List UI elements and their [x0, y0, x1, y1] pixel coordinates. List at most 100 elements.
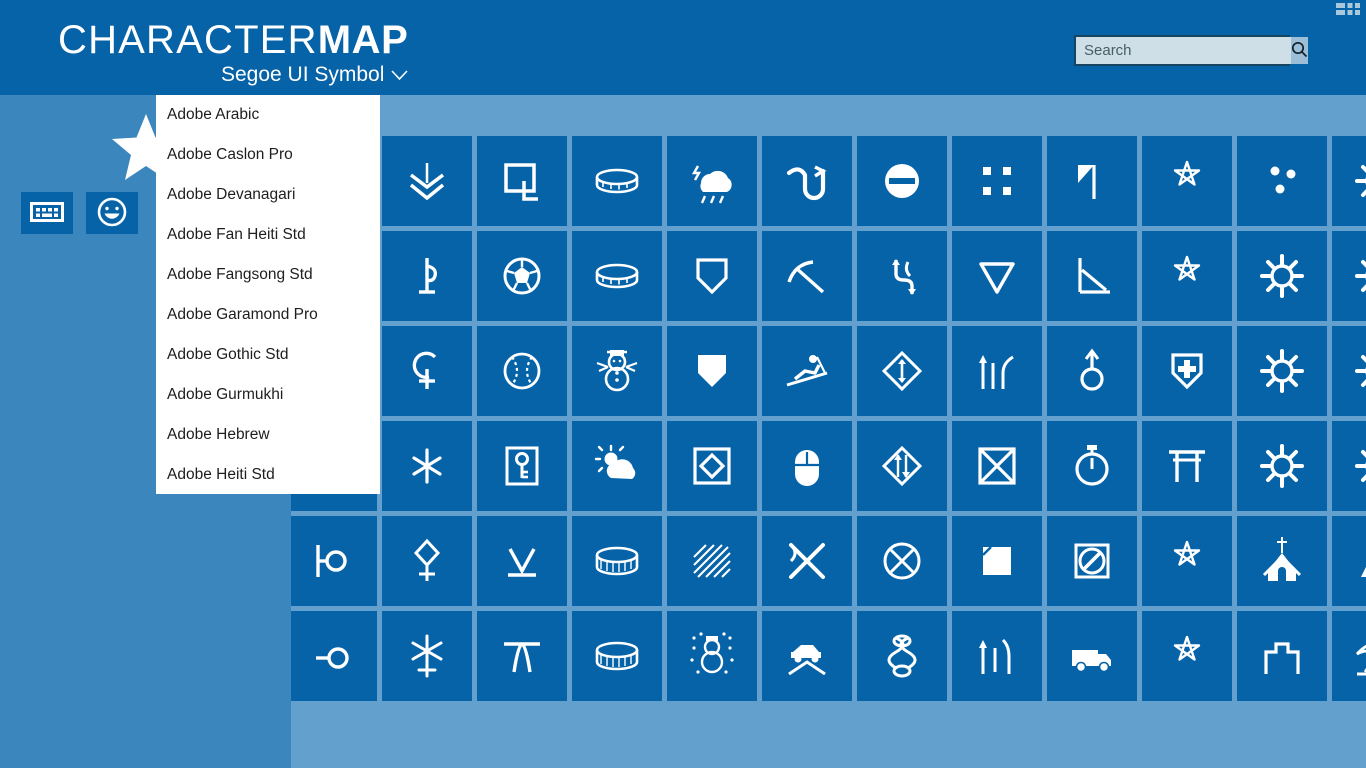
character-cell[interactable]: [291, 516, 377, 606]
character-cell[interactable]: [857, 611, 947, 701]
character-cell[interactable]: [952, 136, 1042, 226]
character-cell[interactable]: [1237, 231, 1327, 321]
character-cell[interactable]: [667, 231, 757, 321]
character-cell[interactable]: [857, 231, 947, 321]
character-cell[interactable]: [291, 611, 377, 701]
two-way-arrow-box-glyph: [874, 438, 930, 494]
circle-x-glyph: [874, 533, 930, 589]
emoji-button[interactable]: [86, 192, 138, 234]
character-cell[interactable]: [762, 231, 852, 321]
character-cell[interactable]: [382, 516, 472, 606]
character-cell[interactable]: [382, 231, 472, 321]
search-input[interactable]: [1076, 37, 1291, 64]
character-cell[interactable]: [667, 421, 757, 511]
character-cell[interactable]: [1237, 136, 1327, 226]
font-dropdown-item[interactable]: Adobe Caslon Pro: [156, 135, 380, 175]
character-cell[interactable]: [857, 136, 947, 226]
character-cell[interactable]: [952, 231, 1042, 321]
character-cell[interactable]: [1047, 231, 1137, 321]
search-button[interactable]: [1291, 37, 1308, 64]
open-star-glyph: [1159, 248, 1215, 304]
character-cell[interactable]: [667, 326, 757, 416]
character-cell[interactable]: [857, 516, 947, 606]
character-cell[interactable]: [762, 136, 852, 226]
character-cell[interactable]: [1142, 136, 1232, 226]
tee-hook-glyph: [399, 248, 455, 304]
character-cell[interactable]: [952, 611, 1042, 701]
character-cell[interactable]: [572, 611, 662, 701]
character-cell[interactable]: [1142, 611, 1232, 701]
character-cell[interactable]: [1237, 516, 1327, 606]
ramp-angle-glyph: [1064, 248, 1120, 304]
character-cell[interactable]: [477, 611, 567, 701]
character-cell[interactable]: [382, 326, 472, 416]
font-dropdown-item[interactable]: Adobe Fangsong Std: [156, 255, 380, 295]
character-cell[interactable]: [1142, 231, 1232, 321]
character-cell[interactable]: [572, 421, 662, 511]
character-cell[interactable]: [477, 326, 567, 416]
character-cell[interactable]: [382, 421, 472, 511]
keyboard-button[interactable]: [21, 192, 73, 234]
smiley-face-icon: [97, 197, 127, 230]
lane-split-glyph: [969, 628, 1025, 684]
character-cell[interactable]: [382, 136, 472, 226]
character-cell[interactable]: [1332, 421, 1366, 511]
search-icon: [1291, 41, 1308, 61]
three-dots-triangle-glyph: [1254, 153, 1310, 209]
character-cell[interactable]: [1237, 611, 1327, 701]
character-cell[interactable]: [952, 326, 1042, 416]
gear-glyph: [1349, 153, 1366, 209]
character-cell[interactable]: [762, 326, 852, 416]
character-cell[interactable]: [1237, 421, 1327, 511]
character-cell[interactable]: [572, 231, 662, 321]
character-cell[interactable]: [1332, 326, 1366, 416]
character-cell[interactable]: [1047, 136, 1137, 226]
font-dropdown-item[interactable]: Adobe Devanagari: [156, 175, 380, 215]
font-dropdown-item[interactable]: Adobe Heiti Std: [156, 455, 380, 494]
character-cell[interactable]: [1047, 421, 1137, 511]
font-dropdown-list[interactable]: Adobe Arabic Adobe Caslon Pro Adobe Devana…: [156, 95, 380, 494]
character-cell[interactable]: [1047, 516, 1137, 606]
character-cell[interactable]: [952, 516, 1042, 606]
font-dropdown-item[interactable]: Adobe Hebrew: [156, 415, 380, 455]
character-cell[interactable]: [382, 611, 472, 701]
character-cell[interactable]: [1332, 231, 1366, 321]
character-cell[interactable]: [762, 611, 852, 701]
character-cell[interactable]: [477, 231, 567, 321]
character-cell[interactable]: [667, 136, 757, 226]
character-cell[interactable]: [857, 326, 947, 416]
character-cell[interactable]: [1332, 516, 1366, 606]
character-cell[interactable]: [1142, 516, 1232, 606]
character-cell[interactable]: [572, 516, 662, 606]
character-cell[interactable]: [1237, 326, 1327, 416]
sun-cloud-glyph: [589, 438, 645, 494]
character-cell[interactable]: [762, 516, 852, 606]
font-selector[interactable]: Segoe UI Symbol: [58, 63, 408, 87]
character-cell[interactable]: [952, 421, 1042, 511]
font-dropdown-item[interactable]: Adobe Arabic: [156, 95, 380, 135]
character-cell[interactable]: [477, 516, 567, 606]
tiles-grid-icon[interactable]: [1336, 3, 1362, 20]
character-cell[interactable]: [572, 326, 662, 416]
gate-glyph: [1254, 628, 1310, 684]
character-cell[interactable]: [1142, 421, 1232, 511]
character-cell[interactable]: [1332, 611, 1366, 701]
character-cell[interactable]: [1047, 611, 1137, 701]
character-cell[interactable]: [477, 421, 567, 511]
font-dropdown-item[interactable]: Adobe Fan Heiti Std: [156, 215, 380, 255]
font-dropdown-item[interactable]: Adobe Gurmukhi: [156, 375, 380, 415]
thunder-rain-cloud-glyph: [684, 153, 740, 209]
character-cell[interactable]: [1142, 326, 1232, 416]
character-cell[interactable]: [477, 136, 567, 226]
character-cell[interactable]: [667, 611, 757, 701]
font-dropdown-item[interactable]: Adobe Gothic Std: [156, 335, 380, 375]
font-dropdown-item[interactable]: Adobe Garamond Pro: [156, 295, 380, 335]
character-cell[interactable]: [1332, 136, 1366, 226]
character-cell[interactable]: [1047, 326, 1137, 416]
first-aid-glyph: [1159, 343, 1215, 399]
character-cell[interactable]: [667, 516, 757, 606]
character-cell[interactable]: [572, 136, 662, 226]
font-selector-label: Segoe UI Symbol: [220, 63, 385, 86]
character-cell[interactable]: [762, 421, 852, 511]
character-cell[interactable]: [857, 421, 947, 511]
